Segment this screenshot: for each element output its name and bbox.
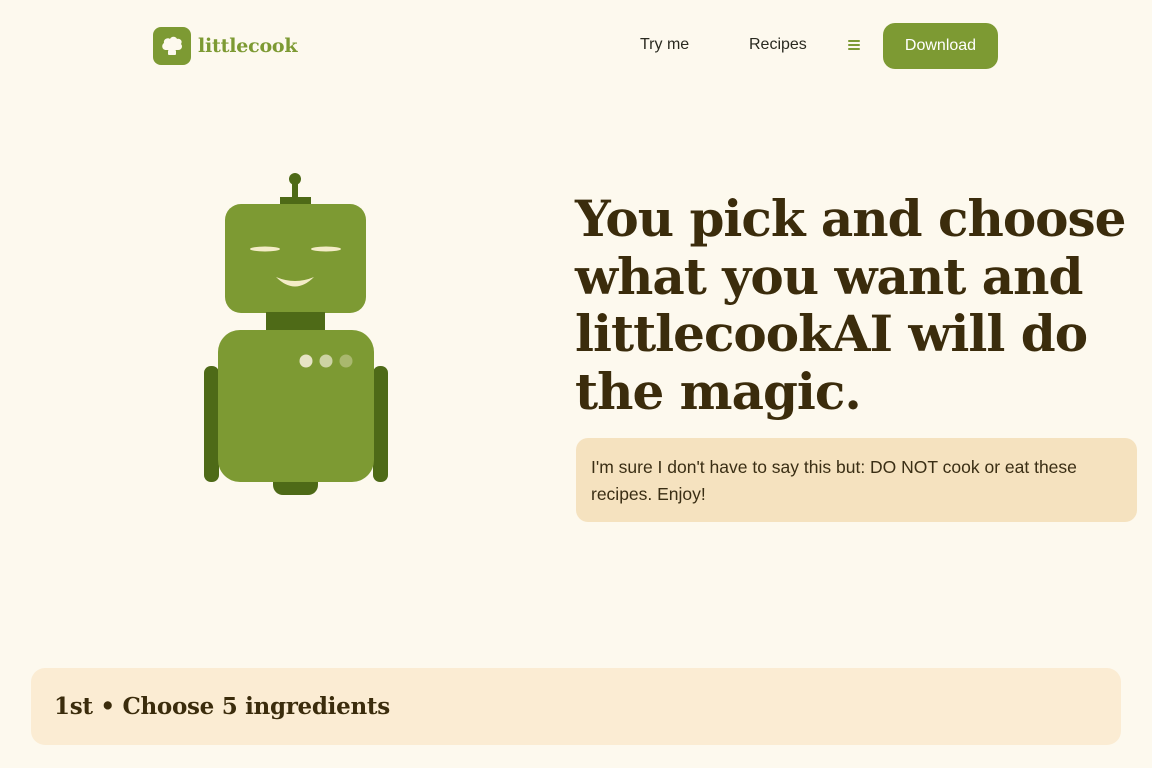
robot-icon [190, 168, 400, 508]
chef-hat-icon [153, 27, 191, 65]
hero-headline: You pick and choose what you want and li… [575, 189, 1126, 421]
nav-link-recipes[interactable]: Recipes [749, 36, 807, 54]
disclaimer-note: I'm sure I don't have to say this but: D… [576, 438, 1137, 522]
step-card: 1st • Choose 5 ingredients [31, 668, 1121, 745]
download-button[interactable]: Download [883, 23, 998, 69]
top-navigation: littlecook Try me Recipes Download [0, 0, 1152, 92]
nav-link-try-me[interactable]: Try me [640, 36, 689, 54]
hamburger-menu-icon[interactable] [848, 38, 862, 52]
brand-name: littlecook [198, 35, 298, 57]
step-title: 1st • Choose 5 ingredients [54, 693, 390, 720]
logo-link[interactable]: littlecook [153, 27, 298, 65]
